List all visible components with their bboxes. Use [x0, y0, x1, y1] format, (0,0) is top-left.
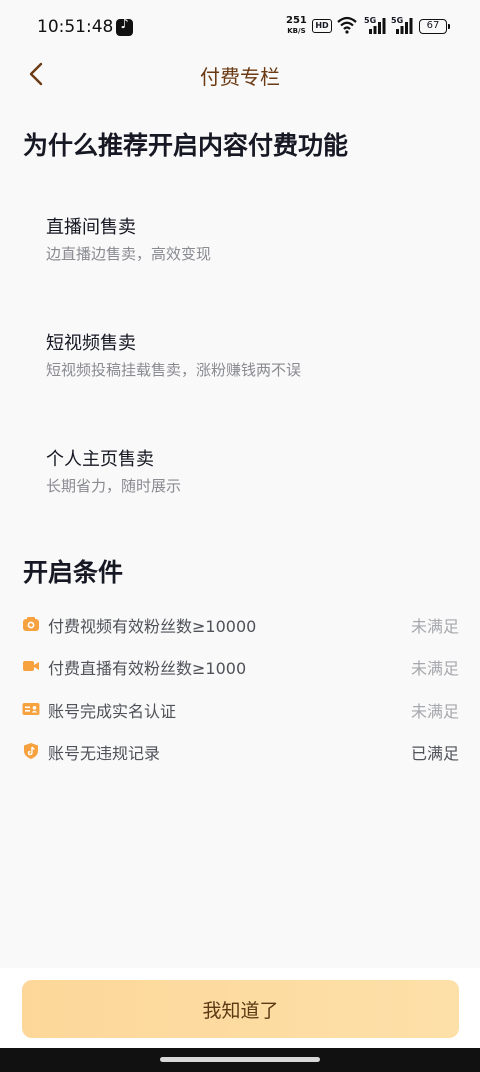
network-speed: 251 KB/S	[286, 16, 307, 36]
nav-bar: 付费专栏	[0, 52, 480, 96]
id-card-icon	[22, 703, 40, 715]
home-indicator[interactable]	[160, 1057, 320, 1062]
condition-status: 已满足	[410, 744, 459, 763]
battery-icon: 67	[419, 19, 450, 34]
condition-status: 未满足	[410, 617, 459, 636]
cellular-signal-1-icon: 5G	[364, 16, 386, 39]
network-speed-value: 251	[286, 15, 307, 26]
condition-row: 账号无违规记录 已满足	[22, 739, 459, 763]
feature-live-room: 直播间售卖 边直播边售卖，高效变现	[46, 213, 211, 264]
cellular-signal-2-icon: 5G	[391, 16, 413, 39]
feature-title: 个人主页售卖	[46, 449, 154, 470]
feature-title: 直播间售卖	[46, 217, 136, 238]
cellular-1-label: 5G	[364, 16, 377, 25]
feature-title: 短视频售卖	[46, 333, 136, 354]
feature-homepage: 个人主页售卖 长期省力，随时展示	[46, 445, 181, 496]
why-heading: 为什么推荐开启内容付费功能	[23, 131, 349, 160]
video-camera-icon	[23, 661, 39, 671]
feature-subtitle: 长期省力，随时展示	[46, 477, 182, 495]
tiktok-notification-icon	[116, 17, 133, 36]
status-bar: 10:51:48 251 KB/S HD 5G 5G 67	[0, 0, 480, 52]
confirm-button[interactable]: 我知道了	[22, 980, 459, 1038]
feature-subtitle: 短视频投稿挂载售卖，涨粉赚钱两不误	[46, 361, 302, 379]
feature-subtitle: 边直播边售卖，高效变现	[46, 245, 212, 263]
shield-icon	[24, 743, 38, 759]
hd-voice-icon: HD	[312, 19, 332, 33]
condition-status: 未满足	[410, 659, 459, 678]
condition-label: 账号完成实名认证	[48, 702, 177, 721]
condition-label: 付费视频有效粉丝数≥10000	[48, 617, 257, 636]
feature-short-video: 短视频售卖 短视频投稿挂载售卖，涨粉赚钱两不误	[46, 329, 301, 380]
camera-icon	[23, 617, 39, 631]
conditions-heading: 开启条件	[23, 558, 124, 587]
condition-row: 付费视频有效粉丝数≥10000 未满足	[22, 612, 459, 636]
system-nav-bar	[0, 1048, 480, 1072]
cellular-2-label: 5G	[391, 16, 404, 25]
condition-label: 账号无违规记录	[48, 744, 161, 763]
condition-row: 付费直播有效粉丝数≥1000 未满足	[22, 654, 459, 678]
condition-label: 付费直播有效粉丝数≥1000	[48, 659, 247, 678]
condition-status: 未满足	[410, 702, 459, 721]
status-time: 10:51:48	[37, 17, 114, 37]
page-title: 付费专栏	[200, 65, 280, 89]
network-speed-unit: KB/S	[287, 27, 306, 35]
wifi-icon	[337, 16, 357, 34]
condition-row: 账号完成实名认证 未满足	[22, 697, 459, 721]
